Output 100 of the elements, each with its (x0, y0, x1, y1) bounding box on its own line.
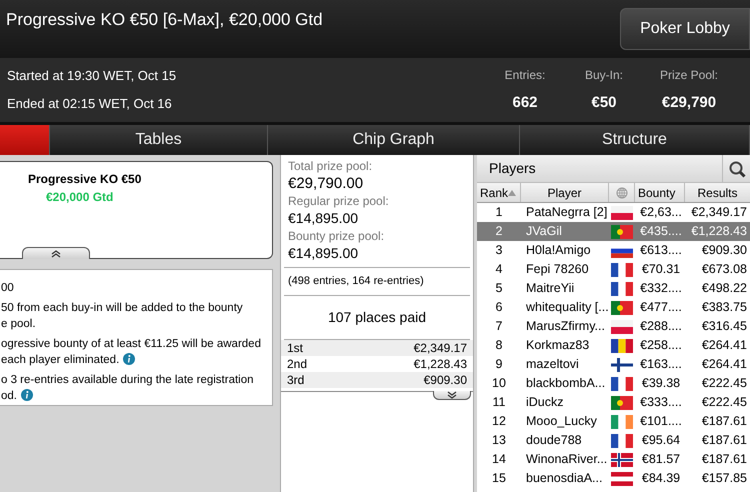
result: €909.30 (700, 242, 748, 260)
result: €2,349.17 (690, 204, 748, 222)
info-text: 00 (1, 281, 15, 296)
bounty: €288.... (639, 318, 683, 336)
stat-value: 662 (512, 92, 538, 113)
column-header[interactable]: Results (685, 183, 750, 202)
bounty: €613.... (639, 242, 683, 260)
player-name: JVaGil (525, 223, 563, 240)
result: €498.22 (700, 280, 748, 298)
player-row[interactable]: 9 mazeltovi €163.... €264.41 (477, 355, 750, 374)
tab[interactable]: Tables (50, 125, 268, 155)
flag-icon (611, 224, 633, 238)
player-row[interactable]: 1 PataNegrra [2] €2,63... €2,349.17 (477, 203, 750, 222)
result: €222.45 (700, 375, 748, 392)
player-name: whitequality [... (525, 299, 609, 316)
bounty: €2,63... (639, 204, 683, 222)
tab[interactable]: Chip Graph (268, 125, 520, 155)
double-chevron-up-icon (51, 250, 61, 258)
player-name: Mooo_Lucky (525, 413, 598, 430)
player-row[interactable]: 6 whitequality [... €477.... €383.75 (477, 298, 750, 317)
player-row[interactable]: 14 WinonaRiver... €81.57 €187.61 (477, 450, 750, 469)
stat-value: €50 (591, 92, 617, 113)
column-header[interactable]: Bounty (635, 183, 685, 202)
tab[interactable]: Structure (520, 125, 750, 155)
bounty: €81.57 (640, 451, 682, 468)
players-title: Players (488, 159, 536, 178)
player-name: MarusZfirmy... (525, 318, 606, 336)
column-header[interactable]: Rank (477, 183, 521, 202)
bounty: €70.31 (640, 261, 682, 278)
payout-amount: €1,228.43 (414, 356, 467, 372)
tournament-name: Progressive KO €50 (28, 171, 142, 188)
player-row[interactable]: 5 MaitreYii €332.... €498.22 (477, 279, 750, 298)
entries-note: (498 entries, 164 re-entries) (287, 274, 425, 289)
sort-arrow-icon (508, 190, 516, 196)
rank: 9 (494, 356, 504, 374)
player-name: Korkmaz83 (525, 337, 590, 354)
player-name: blackbombA... (525, 375, 606, 392)
player-row[interactable]: 15 buenosdiaA... €84.39 €157.85 (477, 469, 750, 488)
payout-amount: €909.30 (424, 372, 467, 388)
bounty: €39.38 (640, 375, 682, 392)
info-text: 50 from each buy-in will be added to the bounty e pool. (1, 301, 244, 332)
window-title: Progressive KO €50 [6-Max], €20,000 Gtd (6, 9, 323, 31)
player-row[interactable]: 10 blackbombA... €39.38 €222.45 (477, 374, 750, 393)
rank: 15 (491, 470, 507, 488)
column-header[interactable]: Player (521, 183, 609, 202)
bounty: €84.39 (640, 470, 682, 488)
rank: 4 (494, 261, 504, 278)
bounty: €95.64 (640, 432, 682, 450)
rank: 14 (491, 451, 507, 468)
places-paid: 107 places paid (326, 308, 428, 327)
payout-place: 3rd (287, 372, 304, 388)
player-row[interactable]: 3 H0la!Amigo €613.... €909.30 (477, 241, 750, 260)
prize-pool-label: Total prize pool: (288, 158, 374, 174)
bounty: €477.... (639, 299, 683, 316)
flag-icon (611, 206, 633, 220)
bounty: €163.... (639, 356, 683, 374)
rank: 8 (494, 337, 504, 354)
expand-button[interactable] (433, 390, 471, 400)
flag-icon (611, 358, 633, 372)
collapse-button[interactable] (22, 247, 90, 259)
player-row[interactable]: 4 Fepi 78260 €70.31 €673.08 (477, 260, 750, 279)
result: €187.61 (700, 413, 748, 430)
rank: 6 (494, 299, 504, 316)
payout-amount: €2,349.17 (414, 340, 467, 356)
player-row[interactable]: 7 MarusZfirmy... €288.... €316.45 (477, 317, 750, 336)
result: €222.45 (700, 394, 748, 412)
info-text: ogressive bounty of at least €11.25 will be awarded each player eliminated. (1, 337, 262, 368)
player-row[interactable]: 2 JVaGil €435.... €1,228.43 (477, 222, 750, 241)
player-row[interactable]: 13 doude788 €95.64 €187.61 (477, 431, 750, 450)
player-name: PataNegrra [2] (525, 204, 608, 222)
prize-pool-value: €14,895.00 (288, 209, 360, 228)
rank: 7 (494, 318, 504, 336)
start-time: Started at 19:30 WET, Oct 15 (7, 67, 176, 86)
prize-pool-label: Bounty prize pool: (288, 228, 386, 244)
player-row[interactable]: 11 iDuckz €333.... €222.45 (477, 393, 750, 412)
bounty: €333.... (639, 394, 683, 412)
player-name: iDuckz (525, 394, 565, 412)
info-text: o 3 re-entries available during the late registration od. (1, 373, 255, 404)
result: €673.08 (700, 261, 748, 278)
info-icon[interactable] (123, 353, 136, 365)
end-time: Ended at 02:15 WET, Oct 16 (7, 95, 173, 114)
payout-place: 2nd (287, 356, 308, 372)
result: €187.61 (700, 451, 748, 468)
rank: 5 (494, 280, 504, 298)
flag-icon (611, 300, 633, 314)
flag-icon (611, 414, 633, 428)
result: €383.75 (700, 299, 748, 316)
player-name: MaitreYii (525, 280, 576, 298)
player-name: WinonaRiver... (525, 451, 608, 468)
info-icon[interactable] (21, 389, 33, 401)
poker-lobby-button[interactable]: Poker Lobby (620, 8, 750, 50)
result: €157.85 (700, 470, 748, 488)
flag-icon (611, 320, 633, 334)
rank: 1 (494, 204, 504, 222)
player-row[interactable]: 12 Mooo_Lucky €101.... €187.61 (477, 412, 750, 431)
rank: 3 (494, 242, 504, 260)
player-name: H0la!Amigo (525, 242, 592, 260)
flag-icon (611, 376, 633, 390)
player-row[interactable]: 8 Korkmaz83 €258.... €264.41 (477, 336, 750, 355)
rank: 10 (491, 375, 507, 392)
